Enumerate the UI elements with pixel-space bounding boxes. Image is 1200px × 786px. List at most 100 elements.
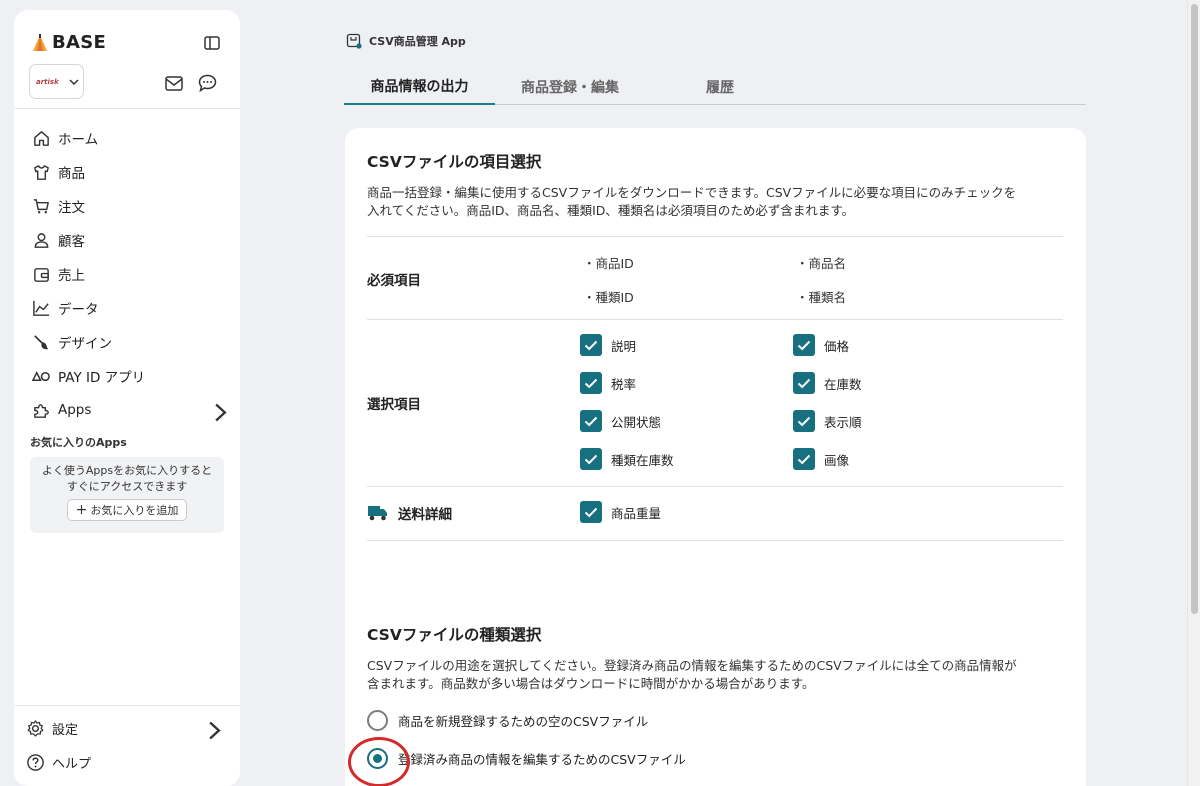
nav-item-label: ホーム [58, 132, 99, 148]
nav-item-sales[interactable]: 売上 [32, 257, 232, 291]
checkbox-checked[interactable] [793, 334, 815, 356]
type-description-line: CSVファイルの用途を選択してください。登録済み商品の情報を編集するためのCSV… [367, 658, 1017, 673]
check-icon [797, 378, 811, 388]
checkbox-price[interactable]: 価格 [793, 334, 849, 356]
checkbox-checked[interactable] [580, 501, 602, 523]
tab-export[interactable]: 商品情報の出力 [344, 68, 495, 105]
check-icon [584, 416, 598, 426]
type-section-description: CSVファイルの用途を選択してください。登録済み商品の情報を編集するためのCSV… [367, 657, 1067, 693]
checkbox-variant-stock[interactable]: 種類在庫数 [580, 448, 674, 470]
sidebar-toggle-icon[interactable] [204, 36, 220, 50]
radio-button[interactable] [367, 710, 388, 731]
checkbox-visibility[interactable]: 公開状態 [580, 410, 661, 432]
shop-selector[interactable]: artisk [29, 64, 84, 99]
check-icon [584, 378, 598, 388]
favorites-empty-text: よく使うAppsをお気に入りすると [41, 464, 213, 477]
checkbox-description[interactable]: 説明 [580, 334, 636, 356]
shirt-icon [34, 164, 49, 180]
gear-icon [27, 719, 44, 737]
nav-item-label: 商品 [58, 166, 85, 182]
brand-name: BASE [52, 32, 107, 53]
sidebar: BASE artisk ホーム 商品 注文 顧客 売上 データ デザイン PAY… [14, 10, 240, 786]
main-nav: ホーム 商品 注文 顧客 売上 データ デザイン PAY ID アプリ Apps [32, 121, 232, 427]
checkbox-image[interactable]: 画像 [793, 448, 849, 470]
divider [367, 236, 1063, 237]
nav-item-help[interactable]: ヘルプ [26, 745, 226, 779]
radio-button-selected[interactable] [367, 748, 388, 769]
payid-icon [32, 370, 50, 381]
mail-icon[interactable] [165, 76, 183, 91]
checkbox-display-order[interactable]: 表示順 [793, 410, 862, 432]
checkbox-checked[interactable] [580, 448, 602, 470]
nav-item-payid[interactable]: PAY ID アプリ [32, 359, 232, 393]
checkbox-checked[interactable] [793, 372, 815, 394]
scrollbar-thumb[interactable] [1191, 4, 1198, 614]
required-item: ・種類ID [583, 290, 634, 305]
required-item: ・商品ID [583, 256, 634, 271]
cart-icon [33, 198, 49, 213]
shop-logo: artisk [36, 77, 59, 86]
home-icon [34, 130, 49, 146]
required-item: ・種類名 [796, 290, 847, 305]
radio-label: 商品を新規登録するための空のCSVファイル [398, 714, 649, 729]
nav-item-products[interactable]: 商品 [32, 155, 232, 189]
checkbox-checked[interactable] [580, 372, 602, 394]
favorites-empty-box: よく使うAppsをお気に入りすると すぐにアクセスできます + お気に入りを追加 [30, 457, 224, 533]
checkbox-label: 価格 [824, 338, 850, 354]
checkbox-checked[interactable] [580, 334, 602, 356]
nav-item-apps[interactable]: Apps [32, 393, 232, 427]
chart-line-icon [33, 300, 50, 316]
chevron-right-icon [215, 403, 227, 422]
nav-item-settings[interactable]: 設定 [26, 711, 226, 745]
nav-item-home[interactable]: ホーム [32, 121, 232, 155]
nav-item-label: PAY ID アプリ [58, 370, 146, 386]
chat-icon[interactable] [198, 74, 217, 92]
base-logo[interactable]: BASE [32, 32, 106, 53]
tab-history[interactable]: 履歴 [645, 68, 795, 105]
divider [14, 108, 240, 109]
wallet-icon [34, 267, 49, 282]
nav-item-design[interactable]: デザイン [32, 325, 232, 359]
plus-icon: + [75, 502, 88, 518]
radio-new-registration-csv[interactable]: 商品を新規登録するための空のCSVファイル [367, 710, 648, 731]
tab-register-edit[interactable]: 商品登録・編集 [495, 68, 645, 105]
checkbox-stock[interactable]: 在庫数 [793, 372, 862, 394]
tab-bar: 商品情報の出力 商品登録・編集 履歴 [344, 68, 1086, 105]
nav-item-label: ヘルプ [52, 756, 92, 772]
nav-item-data[interactable]: データ [32, 291, 232, 325]
divider [367, 319, 1063, 320]
favorites-title: お気に入りのApps [30, 436, 127, 449]
add-favorite-button[interactable]: + お気に入りを追加 [66, 499, 188, 521]
checkbox-checked[interactable] [793, 448, 815, 470]
divider [367, 486, 1063, 487]
radio-edit-existing-csv[interactable]: 登録済み商品の情報を編集するためのCSVファイル [367, 748, 686, 769]
checkbox-label: 公開状態 [611, 414, 662, 430]
add-favorite-label: お気に入りを追加 [90, 504, 179, 517]
item-description-line: 商品一括登録・編集に使用するCSVファイルをダウンロードできます。CSVファイル… [367, 185, 1017, 200]
check-icon [797, 416, 811, 426]
shipping-details-label: 送料詳細 [367, 503, 452, 523]
type-description-line: 含まれます。商品数が多い場合はダウンロードに時間がかかる場合があります。 [367, 676, 815, 691]
checkbox-label: 商品重量 [611, 505, 662, 521]
puzzle-icon [34, 403, 49, 418]
checkbox-tax-rate[interactable]: 税率 [580, 372, 636, 394]
type-section-title: CSVファイルの種類選択 [367, 626, 542, 644]
chevron-down-icon [69, 78, 79, 85]
checkbox-product-weight[interactable]: 商品重量 [580, 501, 661, 523]
brush-icon [34, 334, 49, 349]
chevron-right-icon [209, 721, 221, 740]
check-icon [584, 340, 598, 350]
nav-item-label: 顧客 [58, 234, 85, 250]
checkbox-checked[interactable] [580, 410, 602, 432]
checkbox-label: 在庫数 [824, 376, 862, 392]
favorites-empty-text: すぐにアクセスできます [66, 480, 188, 493]
app-header: CSV商品管理 App [346, 33, 466, 49]
radio-label: 登録済み商品の情報を編集するためのCSVファイル [398, 752, 686, 767]
person-icon [34, 232, 49, 248]
export-card: CSVファイルの項目選択 商品一括登録・編集に使用するCSVファイルをダウンロー… [345, 128, 1086, 786]
checkbox-checked[interactable] [793, 410, 815, 432]
scrollbar[interactable] [1187, 0, 1200, 786]
nav-item-orders[interactable]: 注文 [32, 189, 232, 223]
nav-item-label: デザイン [58, 336, 112, 352]
nav-item-customers[interactable]: 顧客 [32, 223, 232, 257]
